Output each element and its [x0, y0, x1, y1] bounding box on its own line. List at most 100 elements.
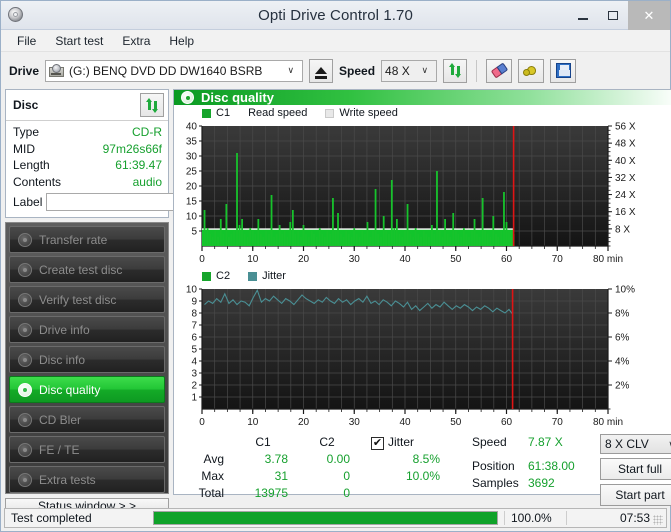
disc-icon — [18, 233, 32, 247]
sidebar-item-transfer-rate[interactable]: Transfer rate — [9, 226, 165, 253]
svg-text:1: 1 — [191, 393, 197, 404]
sidebar-item-extra-tests[interactable]: Extra tests — [9, 466, 165, 493]
disc-row-length-key: Length — [13, 157, 50, 174]
sidebar-item-cd-bler[interactable]: CD Bler — [9, 406, 165, 433]
jitter-checkbox[interactable]: ✔ — [371, 437, 384, 450]
disc-row-length: Length 61:39.47 — [13, 157, 162, 174]
legend-swatch-c1 — [202, 109, 211, 118]
disc-row-type: Type CD-R — [13, 124, 162, 141]
menu-item-start-test[interactable]: Start test — [47, 32, 111, 50]
legend-label-write-speed: Write speed — [339, 107, 398, 119]
chevron-down-icon: ∨ — [281, 65, 300, 76]
menu-item-extra[interactable]: Extra — [114, 32, 158, 50]
speed-label: Speed — [339, 64, 375, 78]
chart-top-legend: C1 Read speed Write speed — [174, 105, 671, 120]
save-button[interactable] — [550, 59, 576, 83]
sidebar-item-verify-test-disc[interactable]: Verify test disc — [9, 286, 165, 313]
disc-refresh-button[interactable] — [140, 93, 164, 117]
c1-chart: 5101520253035408 X16 X24 X32 X40 X48 X56… — [174, 120, 671, 268]
sidebar-item-disc-info[interactable]: Disc info — [9, 346, 165, 373]
start-full-button[interactable]: Start full — [600, 458, 671, 480]
svg-text:35: 35 — [186, 137, 198, 148]
svg-text:48 X: 48 X — [615, 139, 636, 150]
speed-select-value: 48 X — [385, 64, 410, 78]
test-info-samples-key: Samples — [472, 475, 528, 491]
sidebar-item-create-test-disc[interactable]: Create test disc — [9, 256, 165, 283]
refresh-button[interactable] — [443, 59, 467, 83]
disc-icon — [18, 413, 32, 427]
disc-quality-header: Disc quality — [174, 90, 671, 105]
key-button[interactable] — [518, 59, 544, 83]
stats-max-jitter: 10.0% — [384, 468, 444, 484]
legend-label-jitter: Jitter — [262, 270, 286, 282]
disc-row-mid-key: MID — [13, 141, 35, 158]
svg-text:25: 25 — [186, 167, 198, 178]
minimize-button[interactable] — [568, 1, 598, 30]
chart-bottom-legend: C2 Jitter — [174, 268, 671, 283]
disc-row-type-key: Type — [13, 124, 39, 141]
stats-avg-c2: 0.00 — [296, 451, 358, 467]
test-info-position-key: Position — [472, 458, 528, 474]
stats-header-c2: C2 — [296, 434, 358, 450]
legend-swatch-write-speed — [325, 109, 334, 118]
speed-select[interactable]: 48 X ∨ — [381, 60, 437, 82]
test-info-table: Speed 7.87 X Position 61:38.00 Samples 3… — [472, 434, 592, 506]
stats-row-avg-key: Avg — [174, 451, 230, 467]
svg-text:20: 20 — [186, 182, 198, 193]
menu-item-help[interactable]: Help — [161, 32, 202, 50]
menu-bar: File Start test Extra Help — [1, 30, 670, 52]
svg-text:2: 2 — [191, 381, 197, 392]
c1-chart-svg: 5101520253035408 X16 X24 X32 X40 X48 X56… — [174, 120, 670, 268]
jitter-chart-svg: 123456789102%4%6%8%10%01020304050607080 … — [174, 283, 670, 431]
drive-select[interactable]: (G:) BENQ DVD DD DW1640 BSRB ∨ — [45, 60, 303, 82]
sidebar-item-label: Transfer rate — [39, 233, 107, 247]
stats-row-max-key: Max — [174, 468, 230, 484]
test-info-speed-key: Speed — [472, 434, 528, 450]
stats-max-c1: 31 — [230, 468, 296, 484]
stats-max-c2: 0 — [296, 468, 358, 484]
erase-button[interactable] — [486, 59, 512, 83]
menu-item-file[interactable]: File — [9, 32, 44, 50]
error-stats-table: C1 C2 ✔ Jitter Avg 3.78 0.00 8.5% Max 31… — [174, 434, 466, 506]
svg-text:8 X: 8 X — [615, 224, 630, 235]
test-info-speed-value: 7.87 X — [528, 434, 592, 450]
progress-percent: 100.0% — [504, 511, 566, 525]
disc-panel-header: Disc — [6, 90, 168, 121]
svg-text:10: 10 — [247, 254, 259, 265]
disc-panel: Disc Type CD-R MID 97m26s66f — [5, 89, 169, 218]
stats-avg-jitter: 8.5% — [384, 451, 444, 467]
svg-text:8: 8 — [191, 309, 197, 320]
svg-text:56 X: 56 X — [615, 122, 636, 133]
sidebar-item-drive-info[interactable]: Drive info — [9, 316, 165, 343]
svg-text:50: 50 — [450, 417, 462, 428]
start-part-button[interactable]: Start part — [600, 484, 671, 506]
sidebar-item-label: Verify test disc — [39, 293, 116, 307]
svg-text:80 min: 80 min — [593, 417, 623, 428]
svg-text:6%: 6% — [615, 333, 630, 344]
svg-text:50: 50 — [450, 254, 462, 265]
eject-button[interactable] — [309, 59, 333, 83]
disc-icon — [18, 293, 32, 307]
disc-label-row: Label — [13, 192, 162, 212]
test-nav: Transfer rate Create test disc Verify te… — [5, 222, 169, 494]
app-window: Opti Drive Control 1.70 ✕ File Start tes… — [0, 0, 671, 532]
sidebar-item-fe-te[interactable]: FE / TE — [9, 436, 165, 463]
test-info-area: Speed 7.87 X Position 61:38.00 Samples 3… — [466, 434, 671, 506]
legend-label-read-speed: Read speed — [248, 107, 307, 119]
close-button[interactable]: ✕ — [628, 1, 670, 30]
sidebar-item-disc-quality[interactable]: Disc quality — [9, 376, 165, 403]
svg-text:20: 20 — [298, 417, 310, 428]
main-body: Disc Type CD-R MID 97m26s66f — [1, 89, 670, 495]
drive-label: Drive — [9, 64, 39, 78]
svg-text:3: 3 — [191, 369, 197, 380]
resize-grip[interactable] — [653, 515, 663, 525]
svg-text:30: 30 — [186, 152, 198, 163]
sidebar-item-label: Disc info — [39, 353, 85, 367]
svg-text:40: 40 — [186, 122, 198, 133]
maximize-button[interactable] — [598, 1, 628, 30]
stats-total-c2: 0 — [296, 485, 358, 501]
legend-label-c2: C2 — [216, 270, 230, 282]
speed-mode-select[interactable]: 8 X CLV ∨ — [600, 434, 671, 454]
legend-label-c1: C1 — [216, 107, 230, 119]
svg-text:6: 6 — [191, 333, 197, 344]
